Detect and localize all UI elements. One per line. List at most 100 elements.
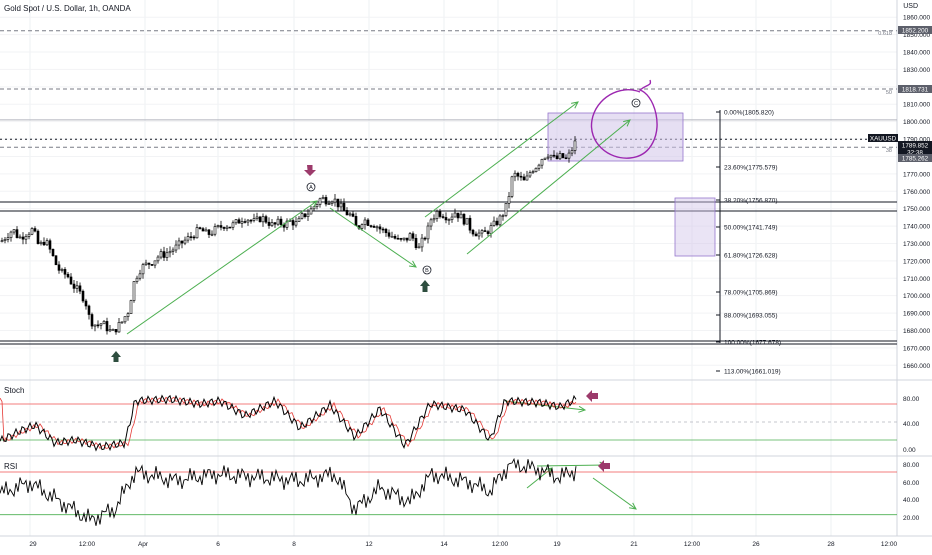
price-tick-label: 1710.000 xyxy=(903,276,930,283)
fib-level-label: 50.00%(1741.749) xyxy=(724,225,778,232)
candle-body xyxy=(489,225,493,234)
candle-body xyxy=(57,264,61,271)
candle-body xyxy=(108,329,112,332)
candle-body xyxy=(465,217,469,225)
candle-body xyxy=(348,213,352,216)
candle-body xyxy=(231,222,235,228)
candle-body xyxy=(159,251,163,258)
candle-body xyxy=(36,230,40,244)
price-tick-label: 1810.000 xyxy=(903,102,930,109)
candle-body xyxy=(264,216,268,223)
wave-label-A: A xyxy=(309,185,313,191)
chart-title: Gold Spot / U.S. Dollar, 1h, OANDA xyxy=(4,4,131,13)
candle-body xyxy=(105,321,109,332)
candle-body xyxy=(534,167,538,172)
time-axis-label: 14 xyxy=(440,541,448,548)
candle-body xyxy=(396,237,400,240)
candle-body xyxy=(69,276,73,285)
candle-body xyxy=(432,218,436,221)
candle-body xyxy=(537,164,541,169)
candle-body xyxy=(483,230,487,232)
candle-body xyxy=(114,329,118,333)
candle-body xyxy=(495,220,499,226)
rsi-label: RSI xyxy=(4,462,18,471)
candle-body xyxy=(342,202,346,211)
candle-body xyxy=(339,202,343,208)
candle-body xyxy=(243,221,247,223)
wave-label-C: C xyxy=(634,101,638,107)
candle-body xyxy=(21,236,25,240)
fib-small-label: 50 xyxy=(886,90,892,96)
candle-body xyxy=(360,224,364,229)
chart-svg[interactable]: 0.00%(1805.820) 23.60%(1775.579) 38.20%(17… xyxy=(0,0,932,550)
rsi-axis-label: 20.00 xyxy=(903,515,920,522)
candle-body xyxy=(153,260,157,266)
candle-body xyxy=(528,172,532,177)
candle-body xyxy=(414,237,418,248)
candle-body xyxy=(417,246,421,249)
candle-body xyxy=(147,262,151,265)
candle-body xyxy=(0,240,4,243)
price-tick-label: 1720.000 xyxy=(903,258,930,265)
candle-body xyxy=(54,255,58,266)
candle-body xyxy=(111,329,115,331)
price-tick-label: 1840.000 xyxy=(903,50,930,57)
candle-body xyxy=(462,213,466,225)
price-tick-label: 1830.000 xyxy=(903,67,930,74)
candle-body xyxy=(321,197,325,200)
candle-body xyxy=(240,221,244,224)
price-tick-label: 1680.000 xyxy=(903,328,930,335)
candle-body xyxy=(543,157,547,160)
candle-body xyxy=(6,237,10,240)
trend-arrows xyxy=(126,101,637,510)
candle-body xyxy=(246,219,250,223)
candle-body xyxy=(456,212,460,219)
candle-body xyxy=(15,229,19,238)
candle-body xyxy=(66,273,70,278)
time-axis-label: 12 xyxy=(365,541,373,548)
time-axis-label: 6 xyxy=(216,541,220,548)
candle-body xyxy=(249,219,253,222)
candle-body xyxy=(252,218,256,221)
candle-body xyxy=(291,220,295,226)
candle-body xyxy=(129,300,133,314)
candle-body xyxy=(468,217,472,231)
candle-body xyxy=(420,237,424,248)
time-axis-label: 21 xyxy=(630,541,638,548)
candle-body xyxy=(198,227,202,229)
candle-body xyxy=(330,201,334,205)
candle-body xyxy=(126,313,130,317)
candle-body xyxy=(225,226,229,229)
candle-body xyxy=(195,227,199,239)
candle-body xyxy=(570,150,574,154)
candle-body xyxy=(471,229,475,235)
candle-body xyxy=(234,219,238,224)
fib-level-label: 38.20%(1756.870) xyxy=(724,198,778,205)
price-label: 1818.731 xyxy=(902,87,929,94)
candle-body xyxy=(381,228,385,231)
candle-body xyxy=(387,232,391,237)
arrow-up-marker-icon xyxy=(420,280,430,292)
candle-body xyxy=(519,175,523,178)
candle-body xyxy=(555,155,559,160)
time-axis-label: 26 xyxy=(752,541,760,548)
candle-body xyxy=(87,305,91,315)
candle-body xyxy=(138,273,142,279)
candle-body xyxy=(144,262,148,265)
price-tick-label: 1660.000 xyxy=(903,363,930,370)
candle-body xyxy=(522,176,526,181)
price-tick-label: 1800.000 xyxy=(903,119,930,126)
candle-body xyxy=(315,204,319,207)
candle-body xyxy=(507,196,511,204)
candle-body xyxy=(75,285,79,289)
candle-body xyxy=(84,300,88,307)
candle-body xyxy=(42,241,46,246)
candle-body xyxy=(501,215,505,217)
rsi-arrow-down xyxy=(592,477,637,510)
candle-body xyxy=(294,221,298,226)
candle-body xyxy=(363,219,367,226)
price-tick-label: 1740.000 xyxy=(903,224,930,231)
time-axis-label: 12:00 xyxy=(684,541,701,548)
price-tick-label: 1760.000 xyxy=(903,189,930,196)
candle-body xyxy=(33,228,37,232)
